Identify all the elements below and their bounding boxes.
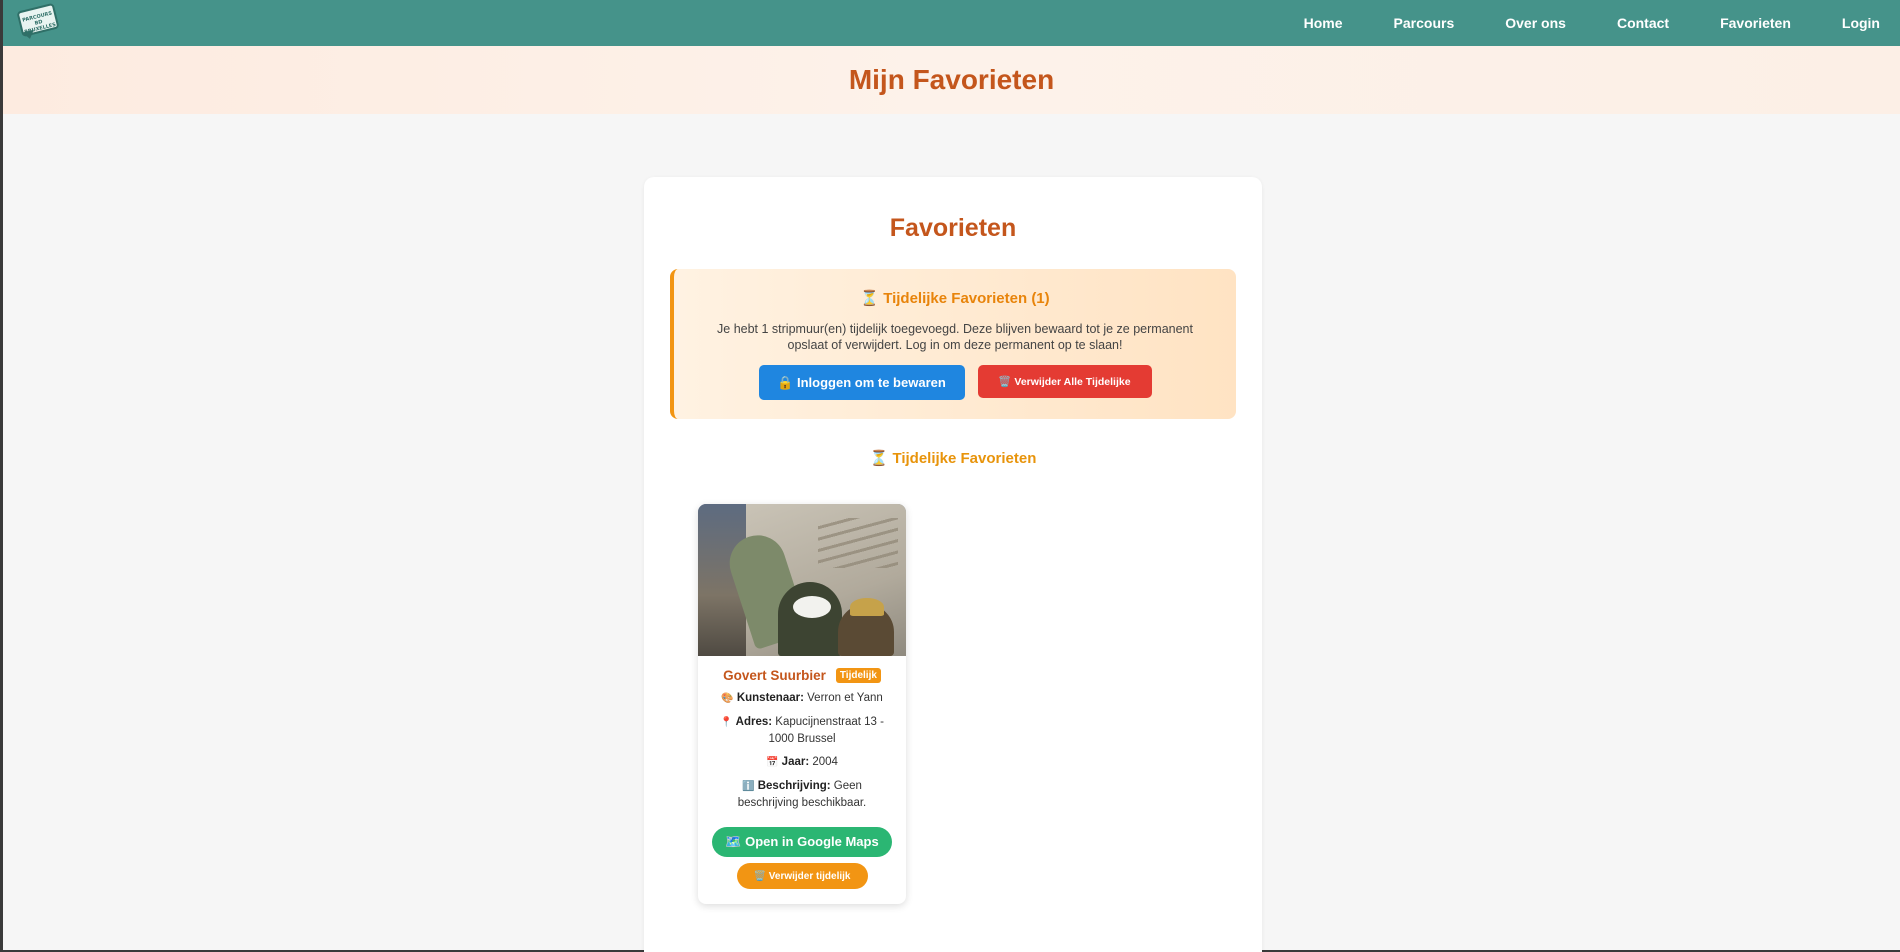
year-label: Jaar: [781,756,810,768]
hero-banner: Mijn Favorieten [3,46,1900,114]
notice-text: Je hebt 1 stripmuur(en) tijdelijk toegev… [717,322,1193,352]
artist-row: 🎨 Kunstenaar: Verron et Yann [698,690,906,707]
palette-icon: 🎨 [721,693,734,704]
nav-link-over-ons[interactable]: Over ons [1505,15,1566,31]
hourglass-icon: ⏳ [860,290,880,307]
panel-title: Favorieten [889,214,1017,242]
mural-image [698,504,906,656]
year-value: 2004 [812,756,838,768]
artist-value: Verron et Yann [807,692,883,704]
description-label: Beschrijving: [757,780,831,792]
nav-link-contact[interactable]: Contact [1617,15,1669,31]
description-row: ℹ️ Beschrijving: Geen beschrijving besch… [698,778,906,811]
notice-title: ⏳ Tijdelijke Favorieten (1) [674,289,1236,307]
temporary-favorites-notice: ⏳ Tijdelijke Favorieten (1) Je hebt 1 st… [670,269,1236,419]
image-figure [778,582,842,656]
temporary-favorites-heading: ⏳ Tijdelijke Favorieten [869,450,1037,467]
address-row: 📍 Adres: Kapucijnenstraat 13 - 1000 Brus… [698,714,906,747]
info-icon: ℹ️ [742,781,755,792]
open-google-maps-button[interactable]: 🗺️ Open in Google Maps [712,827,892,857]
nav-link-login[interactable]: Login [1842,15,1880,31]
pin-icon: 📍 [720,717,733,728]
image-hat [850,598,884,616]
page-title: Mijn Favorieten [848,64,1055,95]
logo[interactable]: PARCOURS BD BRUXELLES [15,2,61,43]
temporary-badge: Tijdelijk [835,668,881,683]
delete-all-temporary-button[interactable]: 🗑️ Verwijder Alle Tijdelijke [977,365,1152,398]
favorite-title: Govert Suurbier Tijdelijk [698,668,906,683]
address-label: Adres: [735,716,773,728]
nav-links: Home Parcours Over ons Contact Favoriete… [1253,15,1880,31]
image-beard [793,596,831,618]
artist-label: Kunstenaar: [736,692,804,704]
notice-title-text: Tijdelijke Favorieten (1) [883,290,1050,307]
top-navbar: PARCOURS BD BRUXELLES Home Parcours Over… [3,0,1900,46]
nav-link-home[interactable]: Home [1304,15,1343,31]
favorite-name: Govert Suurbier [723,668,826,683]
favorites-panel: Favorieten ⏳ Tijdelijke Favorieten (1) J… [644,177,1262,952]
image-bricks [818,518,898,568]
year-row: 📅 Jaar: 2004 [698,754,906,771]
notice-buttons: 🔒 Inloggen om te bewaren 🗑️ Verwijder Al… [674,365,1236,400]
nav-link-favorieten[interactable]: Favorieten [1720,15,1791,31]
address-value: Kapucijnenstraat 13 - 1000 Brussel [768,716,884,745]
nav-link-parcours[interactable]: Parcours [1394,15,1455,31]
remove-temporary-button[interactable]: 🗑️ Verwijder tijdelijk [736,863,868,889]
logo-tail [22,29,36,41]
login-to-save-button[interactable]: 🔒 Inloggen om te bewaren [758,365,965,400]
calendar-icon: 📅 [766,757,779,768]
favorite-card: Govert Suurbier Tijdelijk 🎨 Kunstenaar: … [698,504,906,904]
